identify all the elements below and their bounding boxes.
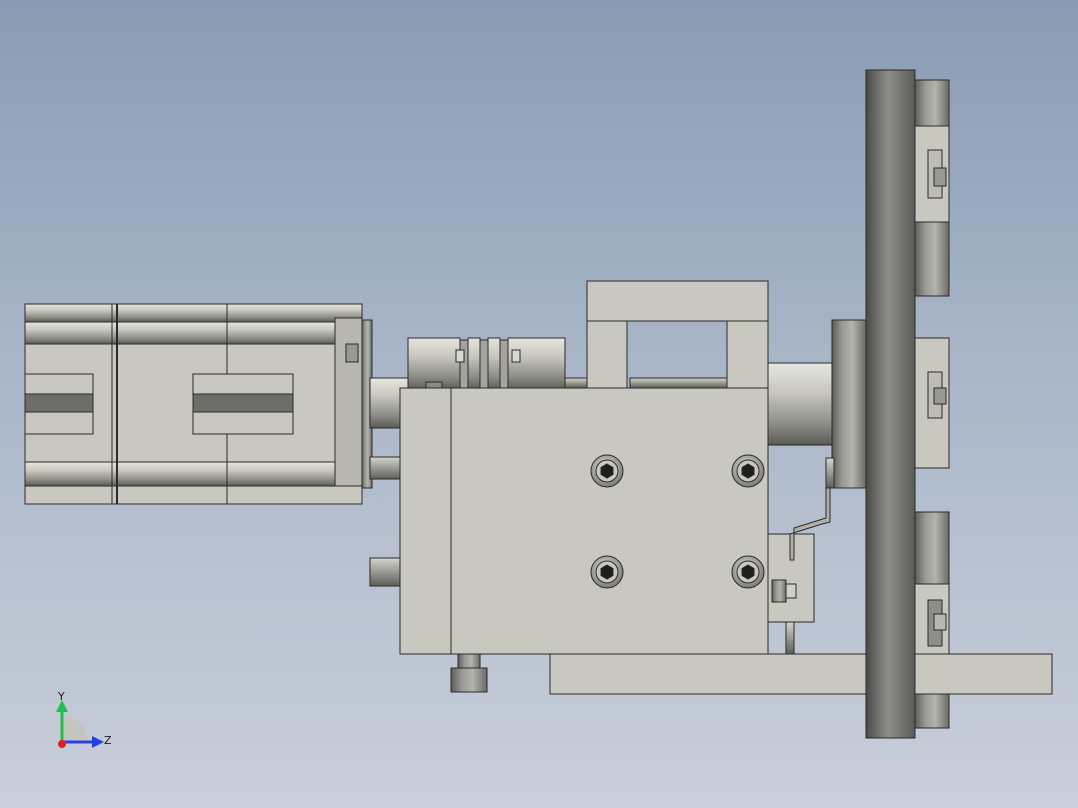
cap-screw-4: [731, 555, 765, 589]
turntable-wheel: [865, 69, 916, 739]
triad-plane: [62, 715, 88, 740]
fixture-bottom: [914, 511, 950, 729]
cap-screw-3: [590, 555, 624, 589]
z-axis-label: Z: [104, 734, 112, 747]
guide-rod-lower: [369, 557, 403, 587]
sensor-bracket: [767, 457, 835, 655]
x-axis-point: [58, 740, 66, 748]
base-plate: [549, 653, 1053, 695]
fixture-middle: [914, 337, 950, 469]
z-axis-arrowhead: [92, 736, 104, 748]
cap-screw-1: [590, 454, 624, 488]
main-housing-block: [399, 387, 769, 655]
cap-screw-2: [731, 454, 765, 488]
top-bracket: [586, 280, 769, 390]
cad-viewport[interactable]: Y Z: [0, 0, 1078, 808]
assembly-drawing: Y Z: [24, 69, 1053, 748]
wheel-hub: [831, 319, 867, 489]
fixture-top: [914, 79, 950, 297]
bottom-pin: [450, 653, 488, 693]
y-axis-label: Y: [57, 690, 65, 703]
coupler-output-shaft: [564, 377, 591, 389]
guide-rod-upper: [369, 456, 403, 480]
shaft-coupling: [407, 337, 566, 393]
servo-motor: [24, 303, 373, 505]
output-shaft: [767, 362, 835, 446]
view-orientation-triad[interactable]: Y Z: [56, 690, 112, 748]
